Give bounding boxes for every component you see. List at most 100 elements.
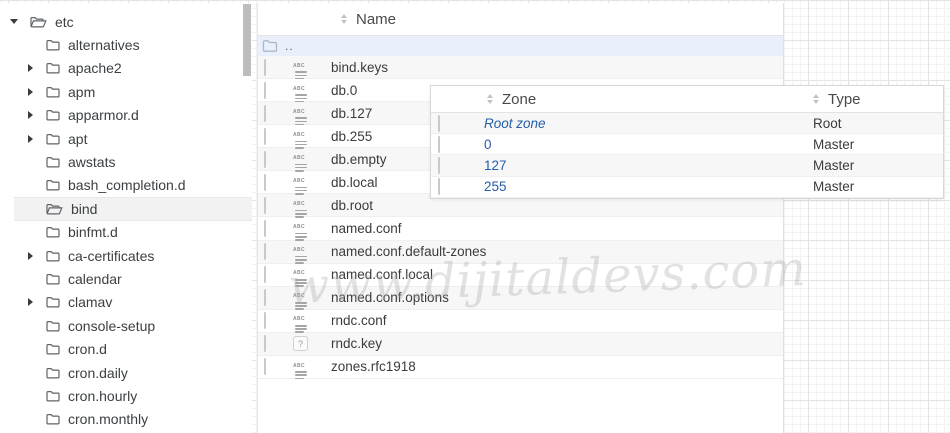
tree-item-awstats[interactable]: awstats	[0, 150, 252, 173]
tree-item-binfmt.d[interactable]: binfmt.d	[0, 221, 252, 244]
text-file-icon-glyph: ABC	[293, 63, 305, 69]
file-row-named.conf.default-zones[interactable]: ABC named.conf.default-zones	[258, 241, 783, 264]
file-name[interactable]: db.127	[331, 106, 372, 121]
chevron-down-icon[interactable]	[6, 14, 22, 30]
zone-type: Root	[813, 116, 842, 131]
zone-row-0[interactable]: 0 Master	[431, 134, 943, 155]
chevron-right-icon[interactable]	[22, 131, 38, 147]
row-checkbox[interactable]	[438, 115, 440, 132]
tree-item-apt[interactable]: apt	[0, 127, 252, 150]
row-checkbox[interactable]	[438, 157, 440, 174]
tree-item-cron.d[interactable]: cron.d	[0, 337, 252, 360]
row-checkbox[interactable]	[264, 312, 266, 329]
row-checkbox[interactable]	[264, 82, 266, 99]
tree-item-cron.hourly[interactable]: cron.hourly	[0, 384, 252, 407]
chevron-right-icon[interactable]	[22, 84, 38, 100]
tree-item-cron.monthly[interactable]: cron.monthly	[0, 408, 252, 431]
file-row-named.conf[interactable]: ABC named.conf	[258, 217, 783, 240]
file-name[interactable]: zones.rfc1918	[331, 359, 416, 374]
tree-item-label: clamav	[68, 294, 112, 310]
zone-link[interactable]: 255	[484, 179, 507, 194]
file-row-rndc.conf[interactable]: ABC rndc.conf	[258, 310, 783, 333]
file-name[interactable]: db.0	[331, 83, 357, 98]
file-name[interactable]: named.conf.default-zones	[331, 244, 486, 259]
zone-link[interactable]: 127	[484, 158, 507, 173]
row-checkbox[interactable]	[438, 178, 440, 195]
row-checkbox[interactable]	[264, 105, 266, 122]
row-checkbox[interactable]	[264, 151, 266, 168]
file-row-named.conf.local[interactable]: ABC named.conf.local	[258, 264, 783, 287]
text-file-icon: ABC	[293, 239, 309, 264]
unknown-file-icon: ?	[293, 336, 308, 351]
tree-item-apparmor.d[interactable]: apparmor.d	[0, 104, 252, 127]
file-name[interactable]: rndc.key	[331, 336, 382, 351]
tree-item-ca-certificates[interactable]: ca-certificates	[0, 244, 252, 267]
chevron-right-icon[interactable]	[22, 60, 38, 76]
zone-row-127[interactable]: 127 Master	[431, 155, 943, 176]
file-name[interactable]: named.conf.local	[331, 267, 433, 282]
file-icon-cell: ABC	[293, 55, 331, 80]
zones-table-header: Zone Type	[431, 86, 943, 113]
caret-spacer	[22, 411, 38, 427]
tree-item-bash_completion.d[interactable]: bash_completion.d	[0, 174, 252, 197]
tree-item-calendar[interactable]: calendar	[0, 267, 252, 290]
row-checkbox[interactable]	[264, 59, 266, 76]
row-checkbox[interactable]	[264, 128, 266, 145]
parent-directory-row[interactable]: ..	[258, 36, 783, 56]
file-icon-cell: ABC	[293, 101, 331, 126]
tree-item-apm[interactable]: apm	[0, 80, 252, 103]
sidebar-scrollbar[interactable]	[243, 3, 251, 433]
file-name[interactable]: db.255	[331, 129, 372, 144]
file-row-rndc.key[interactable]: ? rndc.key	[258, 333, 783, 356]
row-checkbox[interactable]	[264, 197, 266, 214]
name-column-header[interactable]: Name	[258, 3, 783, 36]
zone-link[interactable]: 0	[484, 137, 492, 152]
type-column-header[interactable]: Type	[813, 91, 861, 108]
row-checkbox[interactable]	[264, 289, 266, 306]
folder-icon	[46, 367, 60, 379]
file-name[interactable]: db.empty	[331, 152, 387, 167]
row-checkbox[interactable]	[264, 266, 266, 283]
file-row-bind.keys[interactable]: ABC bind.keys	[258, 56, 783, 79]
tree-item-cron.daily[interactable]: cron.daily	[0, 361, 252, 384]
text-file-icon-glyph: ABC	[293, 270, 305, 276]
zone-row-Root zone[interactable]: Root zone Root	[431, 113, 943, 134]
file-name[interactable]: named.conf.options	[331, 290, 449, 305]
tree-item-clamav[interactable]: clamav	[0, 291, 252, 314]
tree-item-apache2[interactable]: apache2	[0, 57, 252, 80]
chevron-right-icon[interactable]	[22, 248, 38, 264]
row-checkbox[interactable]	[264, 220, 266, 237]
zone-row-255[interactable]: 255 Master	[431, 177, 943, 198]
tree-item-bind[interactable]: bind	[14, 197, 252, 220]
sort-icon[interactable]	[487, 94, 493, 104]
sidebar-scrollbar-thumb[interactable]	[243, 4, 251, 76]
chevron-right-icon[interactable]	[22, 107, 38, 123]
file-name[interactable]: rndc.conf	[331, 313, 387, 328]
row-checkbox[interactable]	[264, 243, 266, 260]
file-name[interactable]: bind.keys	[331, 60, 388, 75]
file-name[interactable]: db.root	[331, 198, 373, 213]
caret-spacer	[22, 154, 38, 170]
chevron-right-icon[interactable]	[22, 294, 38, 310]
sort-icon[interactable]	[341, 14, 347, 24]
row-checkbox[interactable]	[264, 335, 266, 352]
sort-icon[interactable]	[813, 94, 819, 104]
text-file-icon-glyph: ABC	[293, 224, 305, 230]
row-checkbox[interactable]	[438, 136, 440, 153]
text-file-icon: ABC	[293, 262, 309, 287]
tree-item-alternatives[interactable]: alternatives	[0, 33, 252, 56]
row-checkbox[interactable]	[264, 174, 266, 191]
zone-column-header[interactable]: Zone	[487, 91, 536, 108]
checkbox-cell	[431, 116, 484, 131]
tree-item-label: binfmt.d	[68, 224, 118, 240]
tree-item-label: bind	[71, 201, 97, 217]
tree-item-console-setup[interactable]: console-setup	[0, 314, 252, 337]
file-name[interactable]: named.conf	[331, 221, 402, 236]
file-row-zones.rfc1918[interactable]: ABC zones.rfc1918	[258, 356, 783, 379]
tree-item-label: cron.monthly	[68, 411, 148, 427]
file-name[interactable]: db.local	[331, 175, 378, 190]
tree-item-etc[interactable]: etc	[0, 10, 252, 33]
row-checkbox[interactable]	[264, 358, 266, 375]
zone-link[interactable]: Root zone	[484, 116, 546, 131]
file-row-named.conf.options[interactable]: ABC named.conf.options	[258, 287, 783, 310]
